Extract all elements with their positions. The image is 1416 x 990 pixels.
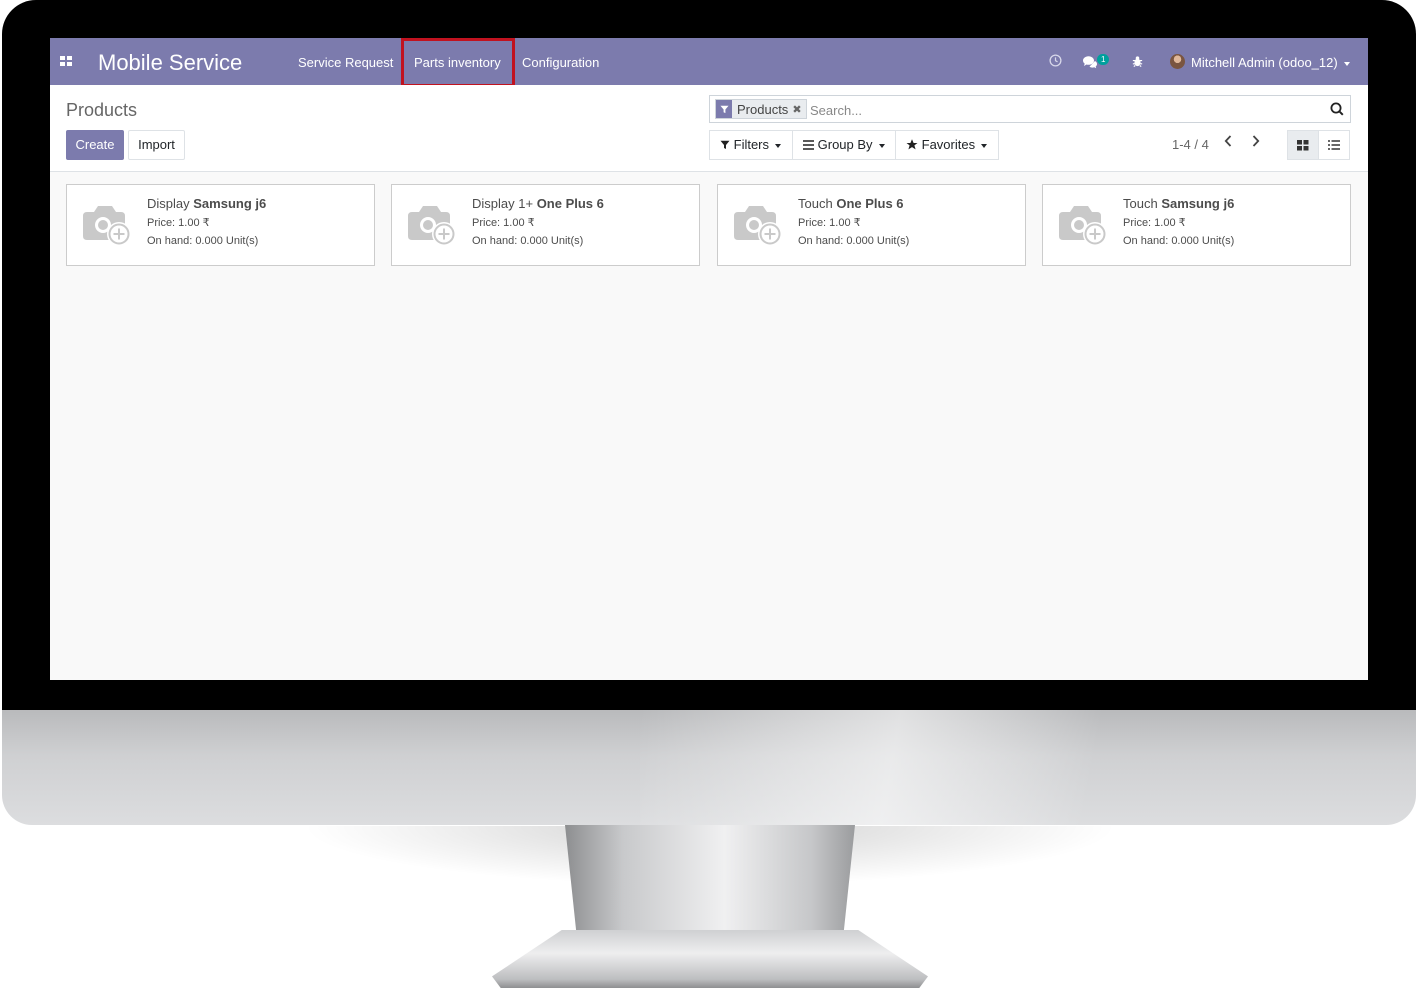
chevron-left-icon [1224, 135, 1232, 147]
product-price: Price: 1.00 ₹ [1123, 217, 1186, 229]
product-name: Display 1+ One Plus 6 [472, 196, 604, 211]
menu-configuration[interactable]: Configuration [522, 55, 599, 70]
placeholder-camera-icon [1057, 203, 1109, 249]
product-card[interactable]: Display Samsung j6 Price: 1.00 ₹ On hand… [66, 184, 375, 266]
debug-bug-icon[interactable] [1131, 55, 1144, 71]
user-name: Mitchell Admin (odoo_12) [1191, 55, 1338, 70]
pager-previous-button[interactable] [1224, 135, 1232, 150]
product-on-hand: On hand: 0.000 Unit(s) [1123, 235, 1235, 247]
user-menu[interactable]: Mitchell Admin (odoo_12) [1191, 55, 1350, 70]
product-card[interactable]: Display 1+ One Plus 6 Price: 1.00 ₹ On h… [391, 184, 700, 266]
filter-icon [716, 100, 732, 118]
product-price: Price: 1.00 ₹ [472, 217, 535, 229]
messages-badge: 1 [1097, 54, 1110, 65]
product-on-hand: On hand: 0.000 Unit(s) [147, 235, 259, 247]
activity-clock-icon[interactable] [1049, 54, 1062, 70]
import-button[interactable]: Import [128, 130, 185, 160]
star-icon [906, 139, 918, 150]
placeholder-camera-icon [81, 203, 133, 249]
chevron-down-icon [981, 143, 988, 148]
app-brand[interactable]: Mobile Service [98, 50, 242, 76]
monitor-stand [565, 825, 855, 935]
top-navbar: Mobile Service Service Request Parts inv… [50, 38, 1368, 87]
product-card[interactable]: Touch One Plus 6 Price: 1.00 ₹ On hand: … [717, 184, 1026, 266]
menu-highlight-box [401, 38, 515, 87]
breadcrumb-title: Products [66, 100, 138, 120]
search-bar: Products ✖ [709, 95, 1351, 123]
product-name: Touch One Plus 6 [798, 196, 904, 211]
placeholder-camera-icon [732, 203, 784, 249]
groupby-label: Group By [817, 137, 873, 152]
list-view-button[interactable] [1318, 130, 1350, 160]
bars-icon [803, 140, 814, 150]
chevron-down-icon [775, 143, 782, 148]
monitor-stand-base [492, 930, 928, 988]
product-name: Display Samsung j6 [147, 196, 267, 211]
product-on-hand: On hand: 0.000 Unit(s) [798, 235, 910, 247]
placeholder-camera-icon [406, 203, 458, 249]
pager-next-button[interactable] [1252, 135, 1260, 150]
search-icon[interactable] [1330, 102, 1344, 116]
list-icon [1328, 140, 1340, 150]
chevron-down-icon [878, 143, 885, 148]
product-price: Price: 1.00 ₹ [798, 217, 861, 229]
product-name: Touch Samsung j6 [1123, 196, 1235, 211]
pager-value[interactable]: 1-4 / 4 [1172, 137, 1209, 152]
user-avatar[interactable] [1170, 54, 1185, 69]
app-screen: Mobile Service Service Request Parts inv… [50, 38, 1368, 680]
product-card[interactable]: Touch Samsung j6 Price: 1.00 ₹ On hand: … [1042, 184, 1351, 266]
favorites-label: Favorites [921, 137, 976, 152]
apps-menu-icon[interactable] [60, 56, 72, 67]
chevron-down-icon [1343, 61, 1350, 66]
filter-icon [720, 140, 730, 149]
kanban-view-button[interactable] [1287, 130, 1319, 160]
filters-dropdown[interactable]: Filters [709, 130, 793, 160]
groupby-dropdown[interactable]: Group By [792, 130, 896, 160]
product-on-hand: On hand: 0.000 Unit(s) [472, 235, 584, 247]
chevron-right-icon [1252, 135, 1260, 147]
search-facet[interactable]: Products ✖ [715, 99, 807, 119]
search-facet-label: Products [737, 101, 789, 117]
create-button[interactable]: Create [66, 130, 124, 160]
kanban-grid-icon [1297, 139, 1309, 150]
filters-label: Filters [733, 137, 770, 152]
menu-service-request[interactable]: Service Request [298, 55, 393, 70]
messages-icon[interactable] [1082, 55, 1098, 72]
favorites-dropdown[interactable]: Favorites [895, 130, 999, 160]
search-input[interactable] [810, 100, 1310, 120]
product-price: Price: 1.00 ₹ [147, 217, 210, 229]
control-panel: Products Create Import Products ✖ Filter… [50, 85, 1368, 172]
facet-remove-icon[interactable]: ✖ [792, 103, 805, 116]
